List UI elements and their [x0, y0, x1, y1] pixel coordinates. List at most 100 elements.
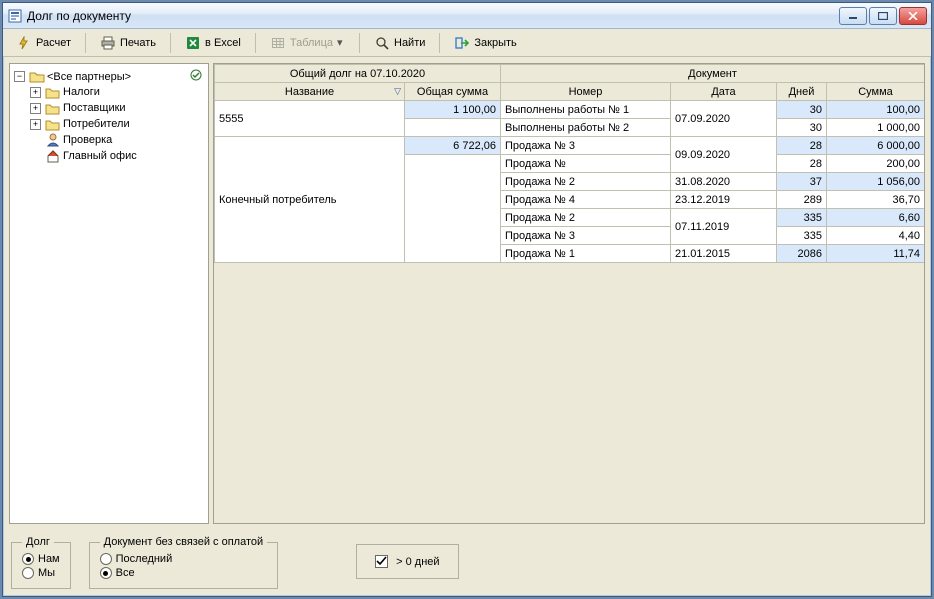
cell-total: 6 722,06 [405, 137, 501, 155]
cell-total: 1 100,00 [405, 101, 501, 119]
tree-panel: − <Все партнеры> + Налоги + Поставщики +Потр… [9, 63, 209, 524]
cell-number: Выполнены работы № 2 [501, 119, 671, 137]
tree-item[interactable]: + Налоги [30, 85, 208, 99]
cell-number: Продажа № [501, 155, 671, 173]
tree-item[interactable]: Главный офис [30, 149, 208, 163]
cell-sum: 1 000,00 [827, 119, 925, 137]
col-name[interactable]: Название▽ [215, 83, 405, 101]
cell-days: 28 [777, 137, 827, 155]
table-button[interactable]: Таблица ▾ [263, 32, 352, 54]
radio-icon [100, 553, 112, 565]
cell-number: Выполнены работы № 1 [501, 101, 671, 119]
separator [359, 33, 360, 53]
minimize-button[interactable] [839, 7, 867, 25]
doc-filter-group: Документ без связей с оплатой Последний … [89, 536, 279, 589]
radio-icon [22, 567, 34, 579]
table-icon [270, 35, 286, 51]
close-action-button[interactable]: Закрыть [447, 32, 523, 54]
sort-indicator-icon: ▽ [394, 86, 401, 97]
days-filter[interactable]: > 0 дней [356, 544, 458, 579]
tree-item[interactable]: +Потребители [30, 117, 208, 131]
spacer [30, 135, 41, 146]
cell-days: 28 [777, 155, 827, 173]
cell-date: 31.08.2020 [671, 173, 777, 191]
cell-sum: 4,40 [827, 227, 925, 245]
collapse-icon[interactable]: − [14, 71, 25, 82]
days-filter-label: > 0 дней [396, 556, 439, 568]
cell-sum: 100,00 [827, 101, 925, 119]
home-icon [45, 149, 61, 163]
header-group-doc[interactable]: Документ [501, 65, 925, 83]
excel-icon [185, 35, 201, 51]
cell-number: Продажа № 3 [501, 227, 671, 245]
check-icon [190, 69, 202, 84]
cell-sum: 36,70 [827, 191, 925, 209]
printer-icon [100, 35, 116, 51]
cell-days: 335 [777, 227, 827, 245]
debt-legend: Долг [22, 536, 54, 548]
tree-root[interactable]: − <Все партнеры> [14, 69, 208, 84]
cell-days: 2086 [777, 245, 827, 263]
cell-number: Продажа № 2 [501, 173, 671, 191]
table-row[interactable]: 55551 100,00Выполнены работы № 107.09.20… [215, 101, 925, 119]
radio-doc-all[interactable]: Все [100, 566, 268, 580]
app-window: Долг по документу Расчет Печать в Excel … [2, 2, 932, 597]
cell-days: 37 [777, 173, 827, 191]
cell-date: 09.09.2020 [671, 137, 777, 173]
expand-icon[interactable]: + [30, 119, 41, 130]
tree-item-label: Проверка [63, 134, 112, 146]
table-row[interactable]: Конечный потребитель6 722,06Продажа № 30… [215, 137, 925, 155]
expand-icon[interactable]: + [30, 87, 41, 98]
bottom-panel: Долг Нам Мы Документ без связей с оплато… [3, 530, 931, 596]
cell-total-empty [405, 155, 501, 263]
expand-icon[interactable]: + [30, 103, 41, 114]
header-group-debt[interactable]: Общий долг на 07.10.2020 [215, 65, 501, 83]
tree-item[interactable]: Проверка [30, 133, 208, 147]
close-button[interactable] [899, 7, 927, 25]
radio-debt-us[interactable]: Нам [22, 552, 60, 566]
toolbar: Расчет Печать в Excel Таблица ▾ Найти За… [3, 29, 931, 57]
tree-item-label: Поставщики [63, 102, 126, 114]
debt-grid[interactable]: Общий долг на 07.10.2020 Документ Назван… [214, 64, 924, 263]
print-button[interactable]: Печать [93, 32, 163, 54]
folder-icon [45, 101, 61, 115]
person-icon [45, 133, 61, 147]
col-date[interactable]: Дата [671, 83, 777, 101]
cell-sum: 1 056,00 [827, 173, 925, 191]
separator [439, 33, 440, 53]
cell-date: 23.12.2019 [671, 191, 777, 209]
grid-panel: Общий долг на 07.10.2020 Документ Назван… [213, 63, 925, 524]
spacer [30, 151, 41, 162]
col-sum[interactable]: Сумма [827, 83, 925, 101]
separator [255, 33, 256, 53]
find-button[interactable]: Найти [367, 32, 432, 54]
cell-total-empty [405, 119, 501, 137]
titlebar: Долг по документу [3, 3, 931, 29]
table-label: Таблица [290, 37, 333, 49]
dropdown-arrow-icon: ▾ [337, 36, 345, 49]
cell-number: Продажа № 4 [501, 191, 671, 209]
tree-item[interactable]: + Поставщики [30, 101, 208, 115]
folder-icon [45, 85, 61, 99]
col-total[interactable]: Общая сумма [405, 83, 501, 101]
excel-label: в Excel [205, 37, 241, 49]
cell-number: Продажа № 1 [501, 245, 671, 263]
col-number[interactable]: Номер [501, 83, 671, 101]
window-title: Долг по документу [27, 9, 839, 23]
calc-button[interactable]: Расчет [9, 32, 78, 54]
maximize-button[interactable] [869, 7, 897, 25]
radio-doc-last[interactable]: Последний [100, 552, 268, 566]
print-label: Печать [120, 37, 156, 49]
cell-days: 335 [777, 209, 827, 227]
excel-button[interactable]: в Excel [178, 32, 248, 54]
debt-direction-group: Долг Нам Мы [11, 536, 71, 589]
partners-tree[interactable]: − <Все партнеры> + Налоги + Поставщики +Потр… [10, 68, 208, 165]
radio-icon [22, 553, 34, 565]
search-icon [374, 35, 390, 51]
cell-sum: 6,60 [827, 209, 925, 227]
col-days[interactable]: Дней [777, 83, 827, 101]
grid-empty-area [214, 263, 924, 523]
tree-item-label: Налоги [63, 86, 100, 98]
radio-debt-we[interactable]: Мы [22, 566, 60, 580]
lightning-icon [16, 35, 32, 51]
